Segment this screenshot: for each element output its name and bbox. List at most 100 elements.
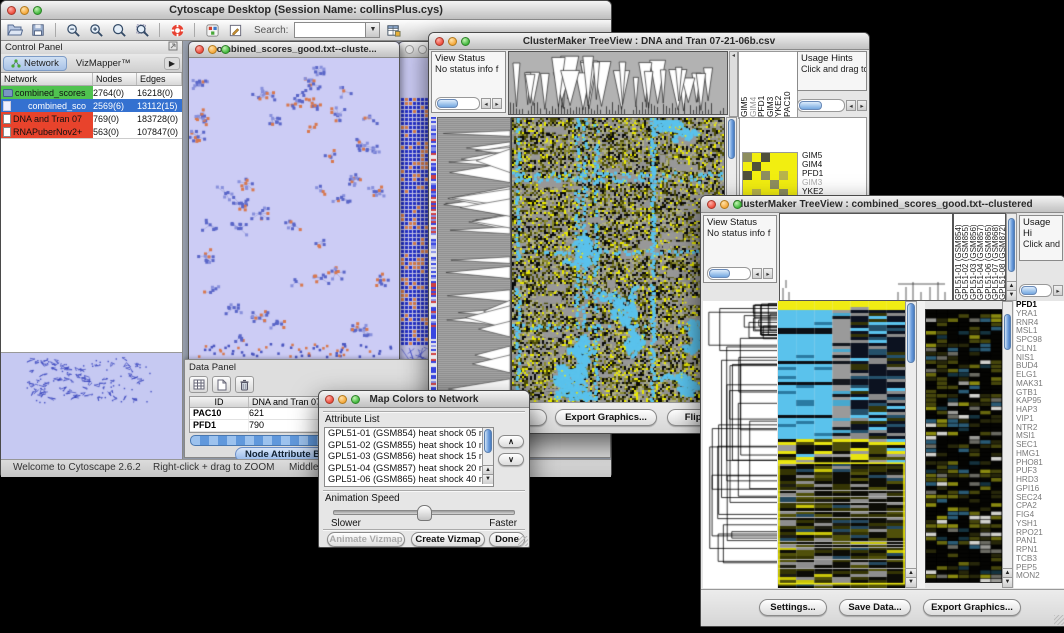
matrix-cell[interactable] <box>752 180 761 189</box>
panel-scrollbar[interactable]: ◂▸ <box>797 99 867 111</box>
tab-vizmapper[interactable]: VizMapper™ <box>69 57 138 70</box>
treeview2-titlebar[interactable]: ClusterMaker TreeView : combined_scores_… <box>701 196 1064 213</box>
move-down-button[interactable]: ∨ <box>498 453 524 466</box>
annotation-icon[interactable] <box>225 22 245 39</box>
export-graphics-button[interactable]: Export Graphics... <box>923 599 1021 616</box>
network-name-cell[interactable]: DNA and Tran 07 <box>1 112 93 125</box>
create-vizmap-button[interactable]: Create Vizmap <box>411 532 485 547</box>
help-lifesaver-icon[interactable] <box>167 22 187 39</box>
matrix-cell[interactable] <box>788 171 797 180</box>
column-header-edges[interactable]: Edges <box>137 73 182 85</box>
matrix-cell[interactable] <box>752 153 761 162</box>
network-view-titlebar[interactable]: combined_scores_good.txt--cluste... <box>189 42 399 58</box>
scroll-down-icon[interactable]: ▼ <box>483 474 493 484</box>
animation-speed-slider[interactable] <box>333 510 515 515</box>
close-button[interactable] <box>195 45 204 54</box>
network-canvas[interactable] <box>189 58 397 363</box>
save-data-button[interactable]: Save Data... <box>839 599 911 616</box>
vertical-scrollbar[interactable]: ▲ ▼ <box>1006 213 1017 301</box>
column-dendrogram-canvas[interactable] <box>508 51 728 115</box>
row-dendrogram-canvas[interactable] <box>703 301 777 588</box>
table-row[interactable]: DNA and Tran 07 769(0) 183728(0) <box>1 112 182 125</box>
close-button[interactable] <box>707 200 716 209</box>
gene-color-strip[interactable] <box>431 117 436 401</box>
matrix-cell[interactable] <box>770 171 779 180</box>
matrix-cell[interactable] <box>743 153 752 162</box>
import-table-icon[interactable] <box>383 22 403 39</box>
zoom-selected-icon[interactable] <box>132 22 152 39</box>
matrix-cell[interactable] <box>761 162 770 171</box>
close-button[interactable] <box>7 6 16 15</box>
network-name-cell[interactable]: RNAPuberNov2+ <box>1 125 93 138</box>
search-combobox[interactable]: ▼ <box>294 22 380 38</box>
search-input[interactable] <box>295 23 365 37</box>
column-header-nodes[interactable]: Nodes <box>93 73 137 85</box>
export-graphics-button[interactable]: Export Graphics... <box>555 409 657 426</box>
scrollbar-thumb[interactable] <box>484 429 492 453</box>
matrix-cell[interactable] <box>743 162 752 171</box>
select-attributes-icon[interactable] <box>189 376 208 393</box>
move-up-button[interactable]: ∧ <box>498 435 524 448</box>
row-dendrogram-canvas[interactable] <box>437 117 511 403</box>
split-handle[interactable]: ◂ <box>729 51 738 117</box>
close-button[interactable] <box>325 395 334 404</box>
table-row[interactable]: combined_sco 2569(6) 13112(15) <box>1 99 182 112</box>
zoom-button[interactable] <box>33 6 42 15</box>
delete-attribute-trash-icon[interactable] <box>235 376 254 393</box>
list-item[interactable]: GPL51-02 (GSM855) heat shock 10 min <box>325 440 493 452</box>
scroll-right-icon[interactable]: ▸ <box>492 98 502 109</box>
tab-network[interactable]: Network <box>3 56 67 71</box>
scrollbar-thumb[interactable] <box>728 119 735 159</box>
matrix-cell[interactable] <box>770 162 779 171</box>
list-item[interactable]: GPL51-06 (GSM865) heat shock 40 min <box>325 474 493 486</box>
network-overview-thumbnail[interactable] <box>1 352 182 459</box>
scrollbar-thumb[interactable] <box>1008 218 1015 272</box>
list-scrollbar[interactable]: ▲ ▼ <box>482 428 493 484</box>
matrix-cell[interactable] <box>788 180 797 189</box>
dialog-titlebar[interactable]: Map Colors to Network <box>319 391 529 408</box>
open-folder-icon[interactable] <box>5 22 25 39</box>
heatmap-canvas[interactable] <box>778 301 905 588</box>
scrollbar-thumb[interactable] <box>907 303 915 363</box>
vizmap-nodes-icon[interactable] <box>202 22 222 39</box>
vertical-scrollbar[interactable]: ▲ ▼ <box>1002 301 1013 588</box>
column-label[interactable]: PAC10 <box>783 53 792 117</box>
chevron-down-icon[interactable]: ▼ <box>365 23 379 37</box>
zoom-heatmap-canvas[interactable] <box>925 309 1003 583</box>
column-header-network[interactable]: Network <box>1 73 93 85</box>
heatmap-canvas[interactable] <box>511 117 725 403</box>
slider-thumb[interactable] <box>417 505 432 521</box>
minimize-button[interactable] <box>20 6 29 15</box>
treeview1-titlebar[interactable]: ClusterMaker TreeView : DNA and Tran 07-… <box>429 33 869 50</box>
matrix-cell[interactable] <box>770 153 779 162</box>
column-dendrogram-canvas[interactable] <box>779 213 953 301</box>
new-attribute-icon[interactable] <box>212 376 231 393</box>
panel-scrollbar[interactable]: ◂▸ <box>707 267 773 279</box>
list-item[interactable]: GPL51-01 (GSM854) heat shock 05 min <box>325 428 493 440</box>
zoom-in-icon[interactable] <box>86 22 106 39</box>
tabs-overflow-button[interactable]: ▶ <box>164 57 180 70</box>
scroll-left-icon[interactable]: ◂ <box>481 98 491 109</box>
matrix-cell[interactable] <box>752 171 761 180</box>
scrollbar-thumb[interactable] <box>1004 314 1011 350</box>
overview-canvas[interactable] <box>1 353 180 459</box>
minimize-button[interactable] <box>208 45 217 54</box>
minimize-button[interactable] <box>418 45 427 54</box>
network-name-cell[interactable]: combined_sco <box>1 99 93 112</box>
network-name-cell[interactable]: combined_scores <box>1 86 93 99</box>
zoom-out-icon[interactable] <box>63 22 83 39</box>
vertical-scrollbar[interactable]: ▲ ▼ <box>905 301 917 588</box>
scroll-down-icon[interactable]: ▼ <box>906 577 916 587</box>
scroll-down-icon[interactable]: ▼ <box>1003 577 1012 587</box>
list-item[interactable]: GPL51-03 (GSM856) heat shock 15 min <box>325 451 493 463</box>
main-titlebar[interactable]: Cytoscape Desktop (Session Name: collins… <box>1 1 611 20</box>
close-button[interactable] <box>405 45 414 54</box>
zoom-fit-icon[interactable] <box>109 22 129 39</box>
matrix-cell[interactable] <box>779 180 788 189</box>
matrix-cell[interactable] <box>788 162 797 171</box>
scroll-right-icon[interactable]: ▸ <box>857 100 867 111</box>
scroll-left-icon[interactable]: ◂ <box>846 100 856 111</box>
minimize-button[interactable] <box>448 37 457 46</box>
close-button[interactable] <box>435 37 444 46</box>
matrix-cell[interactable] <box>743 180 752 189</box>
